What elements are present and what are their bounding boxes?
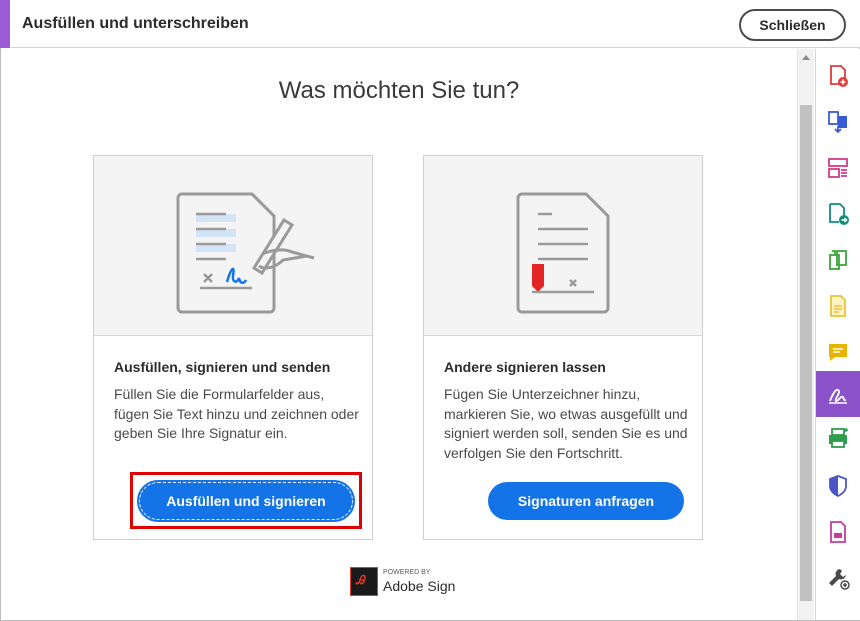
adobe-sign-logo-icon: Ꭿ xyxy=(350,567,378,596)
request-signatures-icon xyxy=(830,521,846,543)
fill-and-sign-button[interactable]: Ausfüllen und signieren xyxy=(137,480,355,522)
scroll-up-arrow-icon[interactable] xyxy=(802,55,810,60)
fill-sign-icon xyxy=(829,388,847,404)
close-button[interactable]: Schließen xyxy=(739,9,846,41)
organize-pages-tool[interactable] xyxy=(816,145,860,191)
fill-sign-card-title: Ausfüllen, signieren und senden xyxy=(114,359,331,375)
fill-sign-tool[interactable] xyxy=(816,371,860,417)
scan-tool[interactable] xyxy=(816,237,860,283)
tool-title: Ausfüllen und unterschreiben xyxy=(22,15,249,32)
fill-sign-illustration xyxy=(94,156,372,336)
powered-by-label: POWERED BY xyxy=(383,569,431,576)
request-signatures-card-title: Andere signieren lassen xyxy=(444,359,606,375)
combine-files-icon xyxy=(828,111,847,134)
export-pdf-tool[interactable] xyxy=(816,191,860,237)
fill-sign-card: Ausfüllen, signieren und senden Füllen S… xyxy=(93,155,373,540)
export-pdf-icon xyxy=(829,203,849,225)
tool-accent-bar xyxy=(0,0,10,48)
document-signing-icon xyxy=(176,192,315,314)
request-signatures-tool[interactable] xyxy=(816,509,860,555)
create-pdf-icon xyxy=(830,65,848,87)
edit-pdf-tool[interactable] xyxy=(816,283,860,329)
brand-label: Adobe Sign xyxy=(383,578,456,594)
protect-tool[interactable] xyxy=(816,463,860,509)
vertical-scrollbar[interactable] xyxy=(797,49,814,620)
more-tools-icon xyxy=(829,569,850,590)
protect-icon xyxy=(829,475,847,498)
comment-tool[interactable] xyxy=(816,329,860,375)
scan-icon xyxy=(829,250,847,270)
page-heading: Was möchten Sie tun? xyxy=(278,77,520,104)
combine-files-tool[interactable] xyxy=(816,99,860,145)
edit-pdf-icon xyxy=(830,295,846,317)
request-signatures-card: Andere signieren lassen Fügen Sie Unterz… xyxy=(423,155,703,540)
tool-header: Ausfüllen und unterschreiben Schließen xyxy=(0,0,860,48)
comment-icon xyxy=(829,344,847,361)
organize-pages-icon xyxy=(828,158,848,178)
print-production-icon xyxy=(829,428,848,448)
scrollbar-thumb[interactable] xyxy=(800,105,812,601)
signature-document-icon xyxy=(516,192,610,314)
fill-sign-card-description: Füllen Sie die Formularfelder aus, fügen… xyxy=(114,386,359,441)
request-signatures-illustration xyxy=(424,156,702,336)
main-pane: Was möchten Sie tun? Ausfüllen, signiere… xyxy=(1,49,797,620)
print-production-tool[interactable] xyxy=(816,415,860,461)
create-pdf-tool[interactable] xyxy=(816,53,860,99)
tools-rail xyxy=(815,49,860,620)
request-signatures-card-description: Fügen Sie Unterzeichner hinzu, markieren… xyxy=(444,386,688,461)
request-signatures-button[interactable]: Signaturen anfragen xyxy=(488,482,684,520)
more-tools-tool[interactable] xyxy=(816,555,860,601)
